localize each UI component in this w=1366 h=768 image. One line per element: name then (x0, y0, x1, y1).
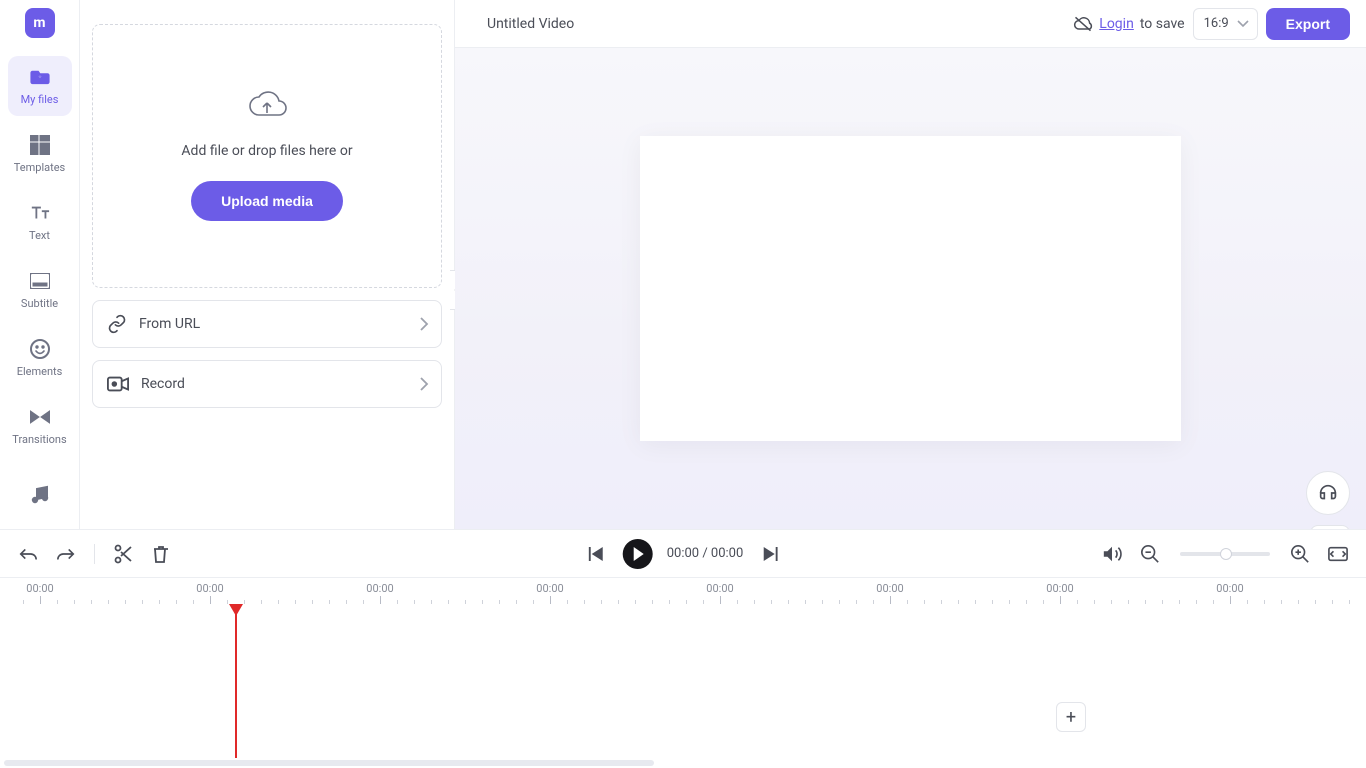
timeline-scroll-thumb[interactable] (4, 760, 654, 766)
app-logo[interactable]: m (25, 8, 55, 38)
scissors-icon (114, 544, 132, 564)
zoom-slider[interactable] (1180, 552, 1270, 556)
video-canvas[interactable] (640, 136, 1181, 441)
canvas-zone (455, 48, 1366, 529)
login-link[interactable]: Login (1099, 16, 1134, 32)
chevron-right-icon (419, 377, 429, 391)
ruler-label: 00:00 (536, 582, 563, 595)
from-url-button[interactable]: From URL (92, 300, 442, 348)
to-save-label: to save (1140, 16, 1185, 32)
nav-audio[interactable] (8, 464, 72, 524)
divider (94, 544, 95, 564)
ratio-value: 16:9 (1204, 16, 1229, 31)
playhead[interactable] (235, 604, 237, 758)
login-to-save: Login to save (1073, 15, 1184, 33)
ruler-label: 00:00 (26, 582, 53, 595)
nav-elements-label: Elements (17, 365, 63, 378)
logo-letter: m (33, 15, 45, 31)
fit-button[interactable] (1326, 542, 1350, 566)
nav-text-label: Text (29, 229, 50, 242)
record-label: Record (141, 376, 185, 392)
export-button[interactable]: Export (1266, 8, 1350, 40)
delete-button[interactable] (149, 542, 173, 566)
music-icon (30, 484, 50, 504)
play-icon (632, 547, 644, 561)
zoom-out-button[interactable] (1138, 542, 1162, 566)
preview-header: Untitled Video Login to save 16:9 Export (455, 0, 1366, 48)
aspect-ratio-select[interactable]: 16:9 (1193, 8, 1258, 40)
zoom-in-button[interactable] (1288, 542, 1312, 566)
redo-button[interactable] (54, 542, 78, 566)
dropzone-hint: Add file or drop files here or (181, 143, 352, 159)
nav-text[interactable]: Text (8, 192, 72, 252)
preview-area: Untitled Video Login to save 16:9 Export (455, 0, 1366, 529)
volume-button[interactable] (1100, 542, 1124, 566)
total-time: 00:00 (711, 546, 743, 561)
nav-my-files-label: My files (21, 93, 59, 106)
redo-icon (56, 545, 76, 563)
camera-icon (107, 376, 129, 392)
ruler-label: 00:00 (706, 582, 733, 595)
skip-back-icon (589, 547, 605, 561)
text-icon (30, 203, 50, 223)
zoom-out-icon (1140, 544, 1160, 564)
chevron-right-icon (419, 317, 429, 331)
ruler-label: 00:00 (1216, 582, 1243, 595)
record-button[interactable]: Record (92, 360, 442, 408)
zoom-slider-thumb[interactable] (1220, 548, 1232, 560)
nav-transitions[interactable]: Transitions (8, 396, 72, 456)
nav-subtitle[interactable]: Subtitle (8, 260, 72, 320)
plus-icon: + (1066, 707, 1076, 728)
templates-icon (30, 135, 50, 155)
nav-my-files[interactable]: My files (8, 56, 72, 116)
subtitle-icon (30, 271, 50, 291)
nav-transitions-label: Transitions (12, 433, 66, 446)
volume-icon (1102, 545, 1122, 563)
cloud-upload-icon (247, 91, 287, 121)
ruler-label: 00:00 (366, 582, 393, 595)
timeline: 00:00 00:00 00:00 00:00 00:00 00:00 00:0… (0, 577, 1366, 768)
link-icon (107, 314, 127, 334)
ruler-label: 00:00 (196, 582, 223, 595)
fit-icon (1328, 546, 1348, 562)
time-display: 00:00 / 00:00 (667, 546, 744, 561)
skip-forward-icon (761, 547, 777, 561)
folder-icon (30, 67, 50, 87)
project-title[interactable]: Untitled Video (487, 16, 574, 32)
upload-media-button[interactable]: Upload media (191, 181, 343, 221)
chevron-down-icon (1237, 20, 1249, 28)
transitions-icon (30, 407, 50, 427)
split-button[interactable] (111, 542, 135, 566)
ruler-label: 00:00 (1046, 582, 1073, 595)
undo-icon (18, 545, 38, 563)
nav-elements[interactable]: Elements (8, 328, 72, 388)
file-dropzone[interactable]: Add file or drop files here or Upload me… (92, 24, 442, 288)
elements-icon (30, 339, 50, 359)
timeline-ruler[interactable]: 00:00 00:00 00:00 00:00 00:00 00:00 00:0… (0, 578, 1366, 604)
cloud-off-icon (1073, 15, 1093, 33)
time-sep: / (702, 546, 707, 561)
trash-icon (152, 544, 170, 564)
from-url-label: From URL (139, 316, 200, 332)
left-sidebar: m My files Templates Text Subtitle (0, 0, 80, 529)
ruler-label: 00:00 (876, 582, 903, 595)
skip-start-button[interactable] (585, 542, 609, 566)
nav-templates-label: Templates (14, 161, 65, 174)
media-panel: Add file or drop files here or Upload me… (80, 0, 455, 529)
ruler-ticks (0, 596, 1366, 604)
support-button[interactable] (1306, 471, 1350, 515)
playback-bar: 00:00 / 00:00 (0, 529, 1366, 577)
undo-button[interactable] (16, 542, 40, 566)
headset-icon (1317, 482, 1339, 504)
skip-end-button[interactable] (757, 542, 781, 566)
current-time: 00:00 (667, 546, 699, 561)
zoom-in-icon (1290, 544, 1310, 564)
nav-subtitle-label: Subtitle (21, 297, 58, 310)
timeline-scrollbar[interactable] (0, 758, 1366, 768)
play-button[interactable] (623, 539, 653, 569)
add-track-button[interactable]: + (1056, 702, 1086, 732)
nav-templates[interactable]: Templates (8, 124, 72, 184)
tracks-area[interactable]: + (0, 604, 1366, 758)
